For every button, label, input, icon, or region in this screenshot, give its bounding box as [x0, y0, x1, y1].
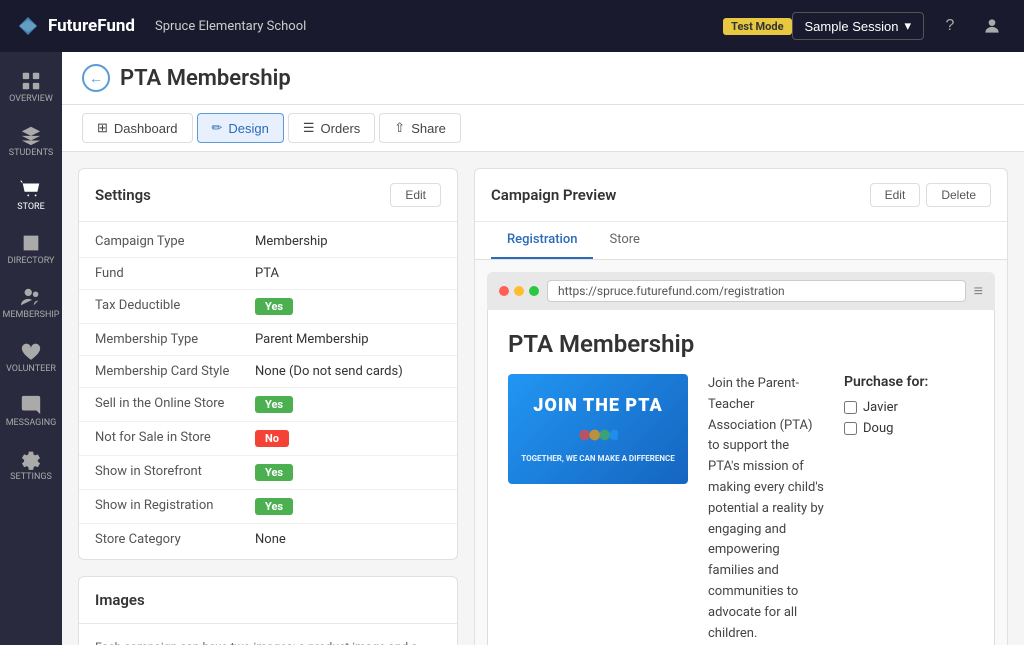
status-badge: Yes: [255, 464, 293, 481]
sidebar: OVERVIEW STUDENTS STORE DIRECTORY MEMBER…: [0, 52, 62, 645]
purchaser-doug[interactable]: Doug: [844, 421, 974, 436]
table-row: Membership Type Parent Membership: [79, 324, 457, 356]
campaign-body: JOIN THE PTA: [508, 374, 974, 644]
pta-image: JOIN THE PTA: [508, 374, 688, 484]
design-button[interactable]: ✏ Design: [197, 113, 284, 143]
table-row: Tax Deductible Yes: [79, 290, 457, 324]
sidebar-item-overview[interactable]: OVERVIEW: [0, 62, 62, 112]
test-mode-badge: Test Mode: [723, 18, 791, 35]
toolbar: ⊞ Dashboard ✏ Design ☰ Orders ⇧ Share: [62, 105, 1024, 152]
chevron-down-icon: ▾: [904, 18, 911, 34]
orders-button[interactable]: ☰ Orders: [288, 113, 375, 143]
settings-box: Settings Edit Campaign Type Membership F…: [78, 168, 458, 560]
status-badge: Yes: [255, 498, 293, 515]
content-area: ← PTA Membership ⊞ Dashboard ✏ Design ☰ …: [62, 52, 1024, 645]
preview-panel: Campaign Preview Edit Delete Registratio…: [474, 168, 1008, 645]
campaign-title: PTA Membership: [508, 330, 974, 358]
grid-icon: ⊞: [97, 120, 108, 136]
sidebar-item-messaging[interactable]: MESSAGING: [0, 386, 62, 436]
browser-dots: [499, 286, 539, 296]
school-name: Spruce Elementary School: [155, 19, 713, 34]
pta-image-text2: TOGETHER, WE CAN MAKE A DIFFERENCE: [517, 454, 679, 463]
session-button[interactable]: Sample Session ▾: [792, 12, 924, 40]
status-badge: Yes: [255, 298, 293, 315]
share-icon: ⇧: [394, 120, 405, 136]
settings-heading: Settings: [95, 186, 151, 204]
dashboard-button[interactable]: ⊞ Dashboard: [82, 113, 193, 143]
settings-header: Settings Edit: [79, 169, 457, 222]
browser-maximize-dot: [529, 286, 539, 296]
table-row: Not for Sale in Store No: [79, 422, 457, 456]
preview-buttons: Edit Delete: [870, 183, 991, 207]
images-panel: Images Each campaign can have two images…: [78, 576, 458, 645]
help-button[interactable]: ?: [934, 10, 966, 42]
preview-box: Campaign Preview Edit Delete Registratio…: [474, 168, 1008, 645]
status-badge: Yes: [255, 396, 293, 413]
sidebar-item-settings[interactable]: SETTINGS: [0, 440, 62, 490]
share-button[interactable]: ⇧ Share: [379, 113, 461, 143]
tab-store[interactable]: Store: [593, 222, 655, 259]
campaign-image: JOIN THE PTA: [508, 374, 688, 484]
table-row: Show in Registration Yes: [79, 490, 457, 524]
preview-heading: Campaign Preview: [491, 186, 616, 204]
status-badge: No: [255, 430, 289, 447]
browser-url-bar: https://spruce.futurefund.com/registrati…: [547, 280, 966, 302]
table-row: Membership Card Style None (Do not send …: [79, 356, 457, 388]
preview-edit-button[interactable]: Edit: [870, 183, 921, 207]
images-header: Images: [79, 577, 457, 624]
javier-checkbox[interactable]: [844, 401, 857, 414]
purchase-box: Purchase for: Javier Doug: [844, 374, 974, 442]
images-heading: Images: [95, 591, 145, 609]
sidebar-item-store[interactable]: STORE: [0, 170, 62, 220]
pencil-icon: ✏: [212, 120, 223, 136]
main-layout: OVERVIEW STUDENTS STORE DIRECTORY MEMBER…: [0, 52, 1024, 645]
preview-delete-button[interactable]: Delete: [926, 183, 991, 207]
tab-registration[interactable]: Registration: [491, 222, 593, 259]
sidebar-item-directory[interactable]: DIRECTORY: [0, 224, 62, 274]
browser-chrome: https://spruce.futurefund.com/registrati…: [487, 272, 995, 310]
doug-checkbox[interactable]: [844, 422, 857, 435]
back-button[interactable]: ←: [82, 64, 110, 92]
table-row: Campaign Type Membership: [79, 226, 457, 258]
table-row: Fund PTA: [79, 258, 457, 290]
pta-image-text1: JOIN THE PTA: [533, 395, 662, 416]
sidebar-item-membership[interactable]: MEMBERSHIP: [0, 278, 62, 328]
list-icon: ☰: [303, 120, 315, 136]
purchaser-javier[interactable]: Javier: [844, 400, 974, 415]
settings-panel: Settings Edit Campaign Type Membership F…: [78, 168, 458, 645]
table-row: Store Category None: [79, 524, 457, 555]
content-grid: Settings Edit Campaign Type Membership F…: [62, 152, 1024, 645]
page-title: PTA Membership: [120, 66, 291, 91]
table-row: Sell in the Online Store Yes: [79, 388, 457, 422]
app-logo: FutureFund: [16, 14, 135, 38]
images-description: Each campaign can have two images: a pro…: [79, 624, 457, 645]
top-navigation: FutureFund Spruce Elementary School Test…: [0, 0, 1024, 52]
preview-tabs: Registration Store: [475, 222, 1007, 260]
sidebar-item-students[interactable]: STUDENTS: [0, 116, 62, 166]
browser-close-dot: [499, 286, 509, 296]
settings-table: Campaign Type Membership Fund PTA Tax De…: [79, 222, 457, 559]
browser-preview: https://spruce.futurefund.com/registrati…: [475, 260, 1007, 645]
browser-minimize-dot: [514, 286, 524, 296]
settings-edit-button[interactable]: Edit: [390, 183, 441, 207]
browser-content: PTA Membership JOIN THE PTA: [487, 310, 995, 645]
browser-menu-icon: ≡: [974, 281, 983, 301]
sidebar-item-volunteer[interactable]: VOLUNTEER: [0, 332, 62, 382]
table-row: Show in Storefront Yes: [79, 456, 457, 490]
page-header: ← PTA Membership: [62, 52, 1024, 105]
user-button[interactable]: [976, 10, 1008, 42]
preview-header: Campaign Preview Edit Delete: [475, 169, 1007, 222]
campaign-description: Join the Parent-Teacher Association (PTA…: [708, 374, 824, 644]
